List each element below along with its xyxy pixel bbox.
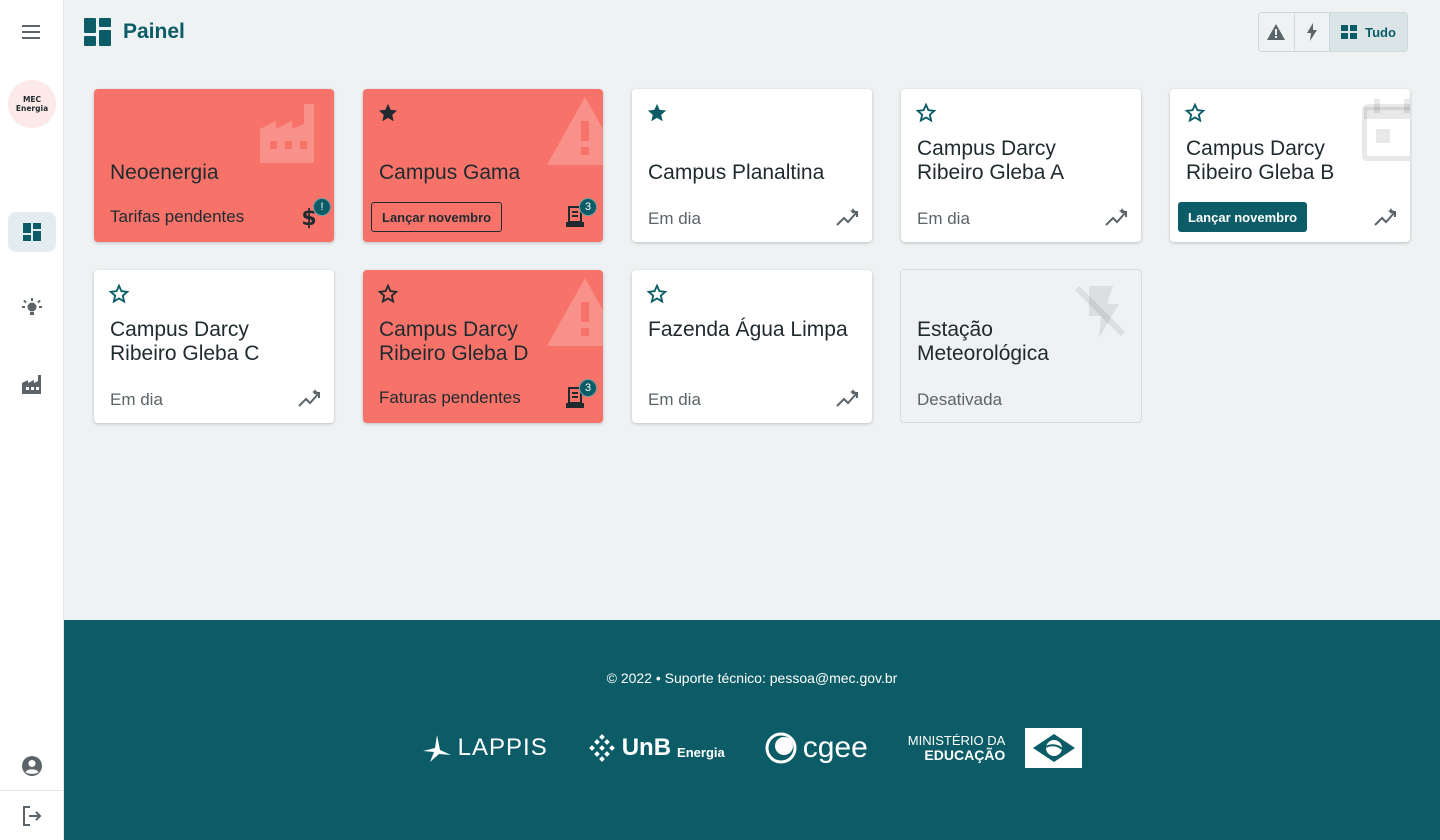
unb-subtext: Energia xyxy=(677,744,725,760)
sidebar: MEC Energia xyxy=(0,0,64,840)
star-outline-icon[interactable] xyxy=(108,283,130,305)
consumer-unit-card-campus-gama[interactable]: Campus Gama Lançar novembro 3 xyxy=(363,89,603,242)
unb-text: UnB xyxy=(621,734,672,761)
consumer-unit-card-gleba-d[interactable]: Campus Darcy Ribeiro Gleba D Faturas pen… xyxy=(363,270,603,423)
filter-all-label: Tudo xyxy=(1365,24,1396,40)
star-outline-icon[interactable] xyxy=(377,283,399,305)
card-title: Estação Meteorológica xyxy=(917,318,1049,365)
card-status: Em dia xyxy=(648,390,701,409)
invoice-count-badge: 3 xyxy=(579,198,597,216)
page-title: Painel xyxy=(123,20,185,43)
trending-icon xyxy=(836,389,858,407)
cgee-text: cgee xyxy=(802,731,868,764)
logo-line-2: Energia xyxy=(15,104,49,113)
menu-button[interactable] xyxy=(8,12,56,52)
filter-toggle-group: Tudo xyxy=(1258,12,1408,52)
consumer-unit-card-estacao-meteorologica[interactable]: Estação Meteorológica Desativada xyxy=(900,269,1142,423)
menu-icon xyxy=(22,25,40,39)
sidebar-divider xyxy=(0,790,64,791)
nav-distributors[interactable] xyxy=(8,288,56,328)
star-outline-icon[interactable] xyxy=(915,102,937,124)
cgee-mark-icon xyxy=(765,732,797,764)
card-title: Campus Gama xyxy=(379,161,521,184)
launch-invoice-button[interactable]: Lançar novembro xyxy=(371,202,503,232)
mec-line-1: MINISTÉRIO DA xyxy=(907,733,1006,748)
brazil-flag-icon xyxy=(1025,728,1083,768)
pending-badge: ! xyxy=(313,198,331,216)
logo-line-1: MEC xyxy=(22,95,42,104)
lappis-mark-icon xyxy=(422,735,451,762)
mec-logo: MINISTÉRIO DA EDUCAÇÃO xyxy=(908,728,1083,768)
lappis-logo: LAPPIS xyxy=(422,733,548,763)
card-title: Neoenergia xyxy=(110,161,219,184)
star-filled-icon[interactable] xyxy=(377,102,399,124)
mec-text: MINISTÉRIO DA EDUCAÇÃO xyxy=(907,733,1006,763)
card-status: Em dia xyxy=(917,209,970,228)
bolt-icon xyxy=(1306,23,1317,41)
trending-icon xyxy=(1374,208,1396,226)
logout-button[interactable] xyxy=(8,796,56,836)
star-filled-icon[interactable] xyxy=(646,102,668,124)
logout-icon xyxy=(23,806,42,826)
page-header: Painel xyxy=(84,18,185,46)
dashboard-icon xyxy=(23,223,41,241)
consumer-unit-card-gleba-b[interactable]: Campus Darcy Ribeiro Gleba B Lançar nove… xyxy=(1170,89,1410,242)
factory-icon xyxy=(260,104,314,163)
card-title: Fazenda Água Limpa xyxy=(648,318,848,341)
filter-energy-button[interactable] xyxy=(1295,13,1331,51)
card-title: Campus Darcy Ribeiro Gleba D xyxy=(379,318,529,365)
consumer-unit-card-fazenda-agua-limpa[interactable]: Fazenda Água Limpa Em dia xyxy=(632,270,872,423)
factory-icon xyxy=(22,375,41,394)
unb-energia-logo: UnB Energia xyxy=(588,734,725,762)
footer-support-text: © 2022 • Suporte técnico: pessoa@mec.gov… xyxy=(606,670,898,686)
lightbulb-icon xyxy=(22,298,42,315)
cgee-logo: cgee xyxy=(765,731,868,765)
card-status: Em dia xyxy=(110,390,163,409)
warning-icon xyxy=(547,97,603,165)
grid-icon xyxy=(1341,25,1358,39)
trending-icon xyxy=(836,208,858,226)
consumer-unit-card-gleba-a[interactable]: Campus Darcy Ribeiro Gleba A Em dia xyxy=(901,89,1141,242)
footer: © 2022 • Suporte técnico: pessoa@mec.gov… xyxy=(64,620,1440,840)
trending-icon xyxy=(298,389,320,407)
account-icon xyxy=(22,756,42,776)
card-title: Campus Darcy Ribeiro Gleba A xyxy=(917,137,1065,184)
card-status: Tarifas pendentes xyxy=(110,207,245,226)
card-title: Campus Darcy Ribeiro Gleba C xyxy=(110,318,260,365)
consumer-unit-card-campus-planaltina[interactable]: Campus Planaltina Em dia xyxy=(632,89,872,242)
filter-all-button[interactable]: Tudo xyxy=(1330,13,1407,51)
card-status: Em dia xyxy=(648,209,701,228)
lappis-text: LAPPIS xyxy=(457,734,548,761)
account-button[interactable] xyxy=(8,746,56,786)
dashboard-icon xyxy=(84,18,111,46)
mec-line-2: EDUCAÇÃO xyxy=(924,747,1006,763)
mec-energia-logo: MEC Energia xyxy=(8,80,56,128)
warning-icon xyxy=(1267,24,1286,40)
launch-invoice-button[interactable]: Lançar novembro xyxy=(1178,202,1308,232)
star-outline-icon[interactable] xyxy=(646,283,668,305)
consumer-unit-card-gleba-c[interactable]: Campus Darcy Ribeiro Gleba C Em dia xyxy=(94,270,334,423)
card-title: Campus Planaltina xyxy=(648,161,825,184)
trending-icon xyxy=(1105,208,1127,226)
nav-dashboard[interactable] xyxy=(8,212,56,252)
card-status: Faturas pendentes xyxy=(379,388,521,407)
nav-consumer-units[interactable] xyxy=(8,364,56,404)
partner-logos: LAPPIS UnB Energia cgee MINISTÉRIO DA ED… xyxy=(64,728,1440,768)
unb-mark-icon xyxy=(588,734,615,762)
invoice-count-badge: 3 xyxy=(579,379,597,397)
card-title: Campus Darcy Ribeiro Gleba B xyxy=(1186,137,1335,184)
distributor-card-neoenergia[interactable]: Neoenergia Tarifas pendentes $ ! xyxy=(94,89,334,242)
filter-warnings-button[interactable] xyxy=(1259,13,1295,51)
card-status: Desativada xyxy=(917,390,1003,409)
star-outline-icon[interactable] xyxy=(1184,102,1206,124)
